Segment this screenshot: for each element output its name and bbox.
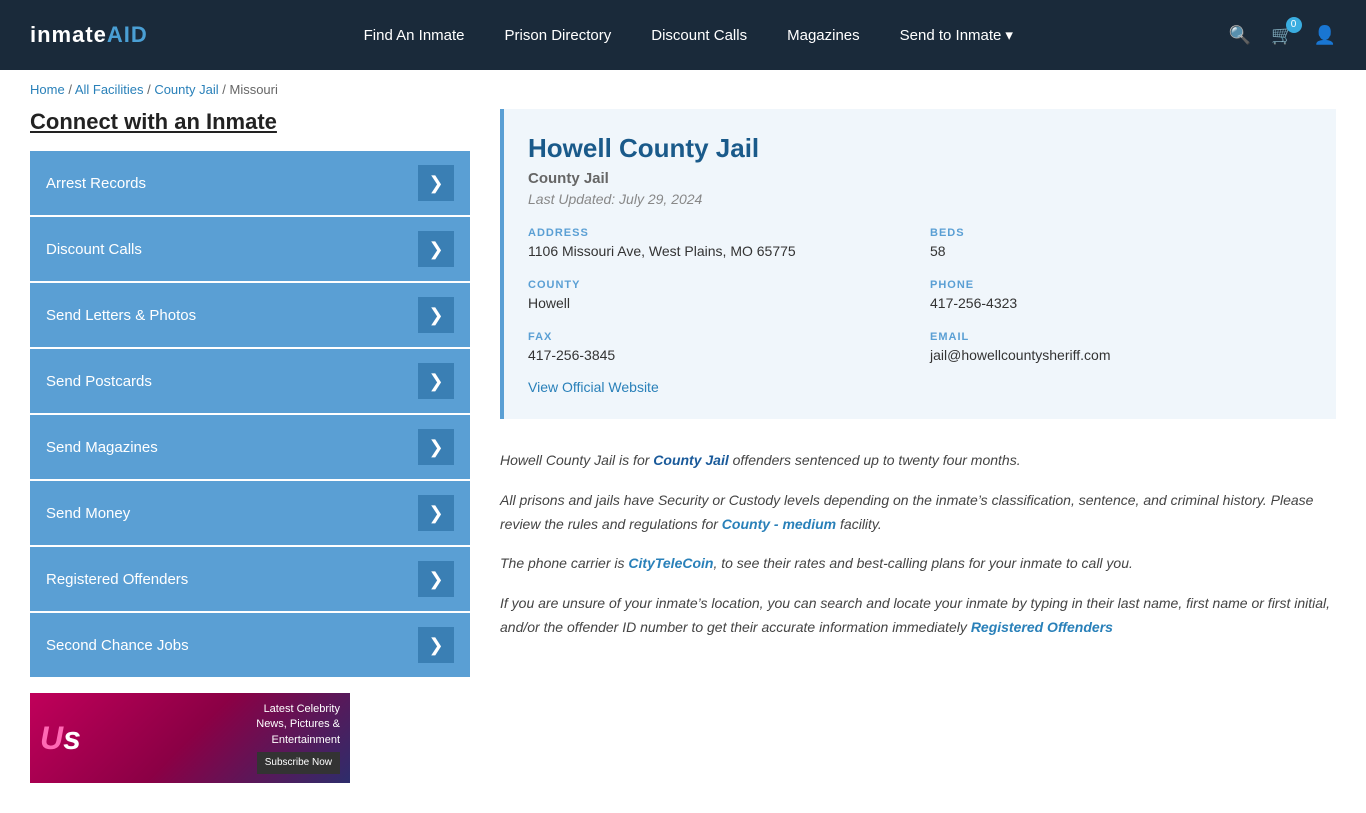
facility-card: Howell County Jail County Jail Last Upda… bbox=[500, 109, 1336, 419]
user-icon[interactable]: 👤 bbox=[1314, 25, 1336, 46]
description-para3: The phone carrier is CityTeleCoin, to se… bbox=[500, 552, 1336, 576]
nav-prison-directory[interactable]: Prison Directory bbox=[505, 27, 612, 44]
breadcrumb-state: Missouri bbox=[229, 82, 277, 97]
nav-magazines[interactable]: Magazines bbox=[787, 27, 860, 44]
site-header: inmateAID Find An Inmate Prison Director… bbox=[0, 0, 1366, 70]
sidebar: Connect with an Inmate Arrest Records❯Di… bbox=[30, 109, 470, 783]
beds-group: BEDS 58 bbox=[930, 227, 1312, 259]
sidebar-item[interactable]: Send Letters & Photos ❯ bbox=[30, 283, 470, 347]
ad-subscribe-button[interactable]: Subscribe Now bbox=[257, 752, 340, 774]
sidebar-menu: Arrest Records❯Discount Calls❯Send Lette… bbox=[30, 151, 470, 677]
content-area: Howell County Jail County Jail Last Upda… bbox=[500, 109, 1336, 783]
sidebar-arrow-icon: ❯ bbox=[418, 231, 454, 267]
facility-name: Howell County Jail bbox=[528, 133, 1312, 164]
sidebar-item-label: Registered Offenders bbox=[46, 571, 188, 588]
nav-send-to-inmate[interactable]: Send to Inmate ▾ bbox=[900, 26, 1013, 44]
facility-description: Howell County Jail is for County Jail of… bbox=[500, 439, 1336, 666]
sidebar-ad[interactable]: Us Latest Celebrity News, Pictures & Ent… bbox=[30, 693, 350, 783]
facility-updated: Last Updated: July 29, 2024 bbox=[528, 191, 1312, 207]
address-label: ADDRESS bbox=[528, 227, 910, 239]
email-value: jail@howellcountysheriff.com bbox=[930, 347, 1312, 363]
ad-logo: Us bbox=[40, 720, 81, 757]
sidebar-item-label: Arrest Records bbox=[46, 175, 146, 192]
sidebar-arrow-icon: ❯ bbox=[418, 429, 454, 465]
phone-value: 417-256-4323 bbox=[930, 295, 1312, 311]
main-nav: Find An Inmate Prison Directory Discount… bbox=[364, 26, 1013, 44]
beds-label: BEDS bbox=[930, 227, 1312, 239]
beds-value: 58 bbox=[930, 243, 1312, 259]
sidebar-arrow-icon: ❯ bbox=[418, 561, 454, 597]
sidebar-arrow-icon: ❯ bbox=[418, 363, 454, 399]
sidebar-item[interactable]: Discount Calls ❯ bbox=[30, 217, 470, 281]
address-group: ADDRESS 1106 Missouri Ave, West Plains, … bbox=[528, 227, 910, 259]
search-icon[interactable]: 🔍 bbox=[1229, 25, 1251, 46]
sidebar-item-label: Send Magazines bbox=[46, 439, 158, 456]
fax-label: FAX bbox=[528, 331, 910, 343]
phone-label: PHONE bbox=[930, 279, 1312, 291]
description-para1: Howell County Jail is for County Jail of… bbox=[500, 449, 1336, 473]
sidebar-item[interactable]: Registered Offenders ❯ bbox=[30, 547, 470, 611]
sidebar-item[interactable]: Send Magazines ❯ bbox=[30, 415, 470, 479]
sidebar-item-label: Discount Calls bbox=[46, 241, 142, 258]
nav-discount-calls[interactable]: Discount Calls bbox=[651, 27, 747, 44]
main-container: Connect with an Inmate Arrest Records❯Di… bbox=[0, 109, 1366, 813]
sidebar-item[interactable]: Send Postcards ❯ bbox=[30, 349, 470, 413]
breadcrumb-county-jail[interactable]: County Jail bbox=[154, 82, 218, 97]
email-group: EMAIL jail@howellcountysheriff.com bbox=[930, 331, 1312, 363]
sidebar-title: Connect with an Inmate bbox=[30, 109, 470, 135]
sidebar-arrow-icon: ❯ bbox=[418, 495, 454, 531]
county-value: Howell bbox=[528, 295, 910, 311]
sidebar-arrow-icon: ❯ bbox=[418, 297, 454, 333]
breadcrumb: Home / All Facilities / County Jail / Mi… bbox=[0, 70, 1366, 109]
sidebar-item[interactable]: Send Money ❯ bbox=[30, 481, 470, 545]
official-website-link[interactable]: View Official Website bbox=[528, 379, 659, 395]
ad-text: Latest Celebrity News, Pictures & Entert… bbox=[256, 702, 340, 774]
facility-type: County Jail bbox=[528, 170, 1312, 187]
sidebar-item[interactable]: Second Chance Jobs ❯ bbox=[30, 613, 470, 677]
cart-icon[interactable]: 🛒 0 bbox=[1271, 25, 1293, 46]
cart-badge: 0 bbox=[1286, 17, 1302, 33]
description-para4: If you are unsure of your inmate’s locat… bbox=[500, 592, 1336, 640]
address-value: 1106 Missouri Ave, West Plains, MO 65775 bbox=[528, 243, 910, 259]
logo[interactable]: inmateAID bbox=[30, 22, 148, 48]
header-icons: 🔍 🛒 0 👤 bbox=[1229, 25, 1336, 46]
breadcrumb-all-facilities[interactable]: All Facilities bbox=[75, 82, 144, 97]
sidebar-arrow-icon: ❯ bbox=[418, 627, 454, 663]
county-label: COUNTY bbox=[528, 279, 910, 291]
fax-group: FAX 417-256-3845 bbox=[528, 331, 910, 363]
sidebar-item-label: Send Letters & Photos bbox=[46, 307, 196, 324]
facility-details: ADDRESS 1106 Missouri Ave, West Plains, … bbox=[528, 227, 1312, 363]
sidebar-item-label: Second Chance Jobs bbox=[46, 637, 189, 654]
phone-group: PHONE 417-256-4323 bbox=[930, 279, 1312, 311]
email-label: EMAIL bbox=[930, 331, 1312, 343]
county-group: COUNTY Howell bbox=[528, 279, 910, 311]
nav-find-inmate[interactable]: Find An Inmate bbox=[364, 27, 465, 44]
breadcrumb-home[interactable]: Home bbox=[30, 82, 65, 97]
sidebar-arrow-icon: ❯ bbox=[418, 165, 454, 201]
sidebar-item[interactable]: Arrest Records ❯ bbox=[30, 151, 470, 215]
fax-value: 417-256-3845 bbox=[528, 347, 910, 363]
sidebar-item-label: Send Postcards bbox=[46, 373, 152, 390]
sidebar-item-label: Send Money bbox=[46, 505, 130, 522]
description-para2: All prisons and jails have Security or C… bbox=[500, 489, 1336, 537]
